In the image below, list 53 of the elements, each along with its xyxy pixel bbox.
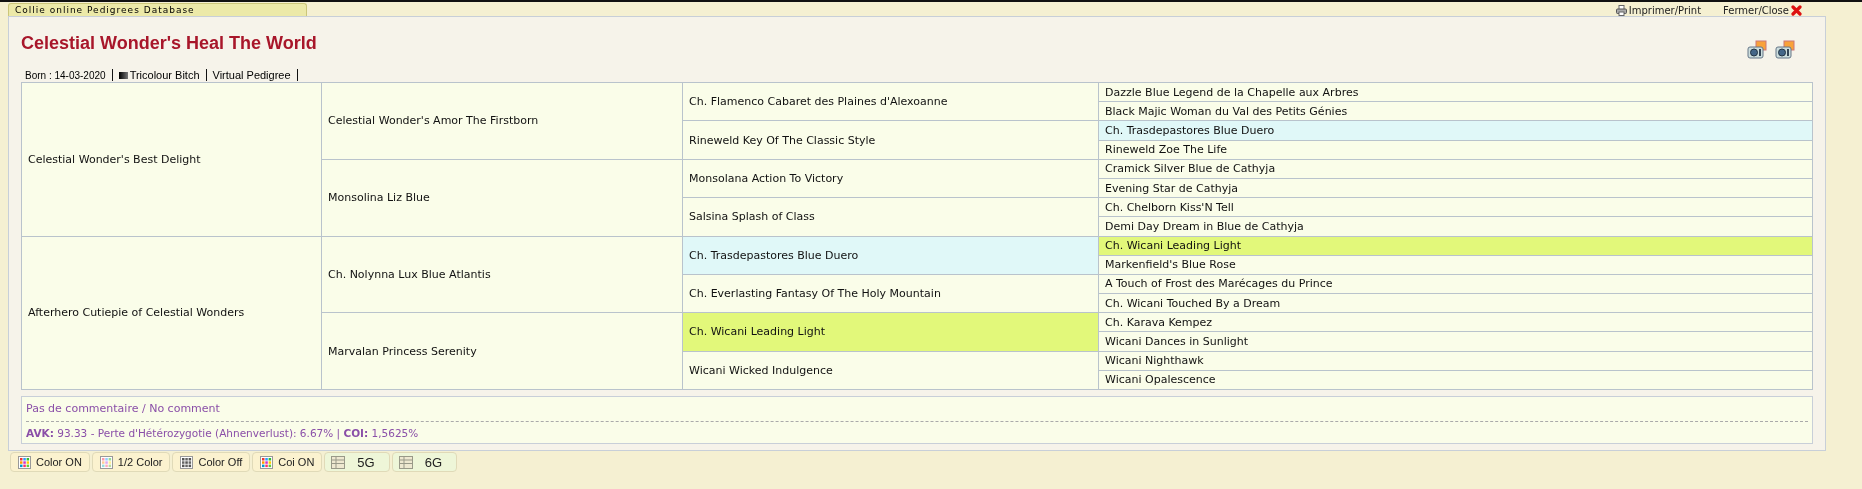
view-button[interactable]: 5G (324, 452, 390, 472)
view-button[interactable]: Color Off (172, 452, 251, 472)
ancestor-cell[interactable]: Celestial Wonder's Amor The Firstborn (321, 82, 683, 160)
ancestor-cell[interactable]: Ch. Nolynna Lux Blue Atlantis (321, 236, 683, 313)
ancestor-cell[interactable]: Ch. Trasdepastores Blue Duero (682, 236, 1099, 275)
page-title: Celestial Wonder's Heal The World (21, 33, 317, 54)
ancestor-cell[interactable]: Demi Day Dream in Blue de Cathyja (1098, 216, 1813, 236)
view-button[interactable]: Color ON (10, 452, 90, 472)
view-button[interactable]: Coi ON (252, 452, 323, 472)
color-grid-icon (18, 455, 31, 469)
color-grid-icon (99, 455, 113, 469)
ancestor-cell[interactable]: Monsolina Liz Blue (321, 159, 683, 236)
colour-sex-label: Tricolour Bitch (112, 69, 207, 81)
ancestor-cell[interactable]: Ch. Chelborn Kiss'N Tell (1098, 197, 1813, 217)
ancestor-cell[interactable]: Rineweld Key Of The Classic Style (682, 120, 1099, 160)
ancestor-cell[interactable]: Rineweld Zoe The Life (1098, 140, 1813, 160)
ancestor-cell[interactable]: Marvalan Princess Serenity (321, 312, 683, 390)
info-label: Born : 14-03-2020 (23, 69, 113, 81)
ancestor-cell[interactable]: Afterhero Cutiepie of Celestial Wonders (21, 236, 322, 390)
app-tab[interactable]: Collie online Pedigrees Database (8, 3, 307, 16)
ancestor-cell[interactable]: Wicani Opalescence (1098, 370, 1813, 390)
close-link[interactable]: Fermer/Close (1723, 5, 1802, 16)
camera-icon[interactable] (1775, 40, 1795, 60)
view-button[interactable]: 6G (391, 452, 458, 472)
ancestor-cell[interactable]: Wicani Wicked Indulgence (682, 351, 1099, 390)
camera-icon[interactable] (1747, 40, 1767, 60)
ancestor-cell[interactable]: Black Majic Woman du Val des Petits Génies (1098, 101, 1813, 121)
printer-icon (1615, 5, 1627, 16)
ancestor-cell[interactable]: Wicani Nighthawk (1098, 351, 1813, 371)
table-icon (331, 455, 346, 469)
print-link[interactable]: Imprimer/Print (1615, 5, 1702, 16)
ancestor-cell[interactable]: Dazzle Blue Legend de la Chapelle aux Arbres (1098, 82, 1813, 102)
ancestor-cell[interactable]: Monsolana Action To Victory (682, 159, 1099, 198)
table-icon (398, 455, 413, 469)
coi-stats: AVK: 93.33 - Perte d'Hétérozygotie (Ahnenverlust): 6.67% | COI: 1,5625% (26, 427, 420, 439)
ancestor-cell[interactable]: Celestial Wonder's Best Delight (21, 82, 322, 236)
color-grid-icon (260, 455, 274, 469)
ancestor-cell[interactable]: Wicani Dances in Sunlight (1098, 331, 1813, 352)
ancestor-cell[interactable]: Salsina Splash of Class (682, 197, 1099, 236)
ancestor-cell[interactable]: A Touch of Frost des Marécages du Prince (1098, 274, 1813, 294)
color-grid-icon (180, 455, 194, 469)
close-icon (1791, 5, 1802, 16)
ancestor-cell[interactable]: Ch. Wicani Leading Light (682, 312, 1099, 352)
comment-text: Pas de commentaire / No comment (26, 402, 1808, 422)
ancestor-cell[interactable]: Cramick Silver Blue de Cathyja (1098, 159, 1813, 179)
ancestor-cell[interactable]: Ch. Karava Kempez (1098, 312, 1813, 332)
ancestor-cell[interactable]: Ch. Everlasting Fantasy Of The Holy Mountain (682, 274, 1099, 313)
ancestor-cell[interactable]: Markenfield's Blue Rose (1098, 255, 1813, 275)
ancestor-cell[interactable]: Ch. Flamenco Cabaret des Plaines d'Alexoanne (682, 82, 1099, 121)
info-label: Virtual Pedigree (206, 69, 298, 81)
ancestor-cell[interactable]: Evening Star de Cathyja (1098, 178, 1813, 198)
view-button[interactable]: 1/2 Color (91, 452, 171, 472)
ancestor-cell[interactable]: Ch. Wicani Touched By a Dream (1098, 293, 1813, 313)
